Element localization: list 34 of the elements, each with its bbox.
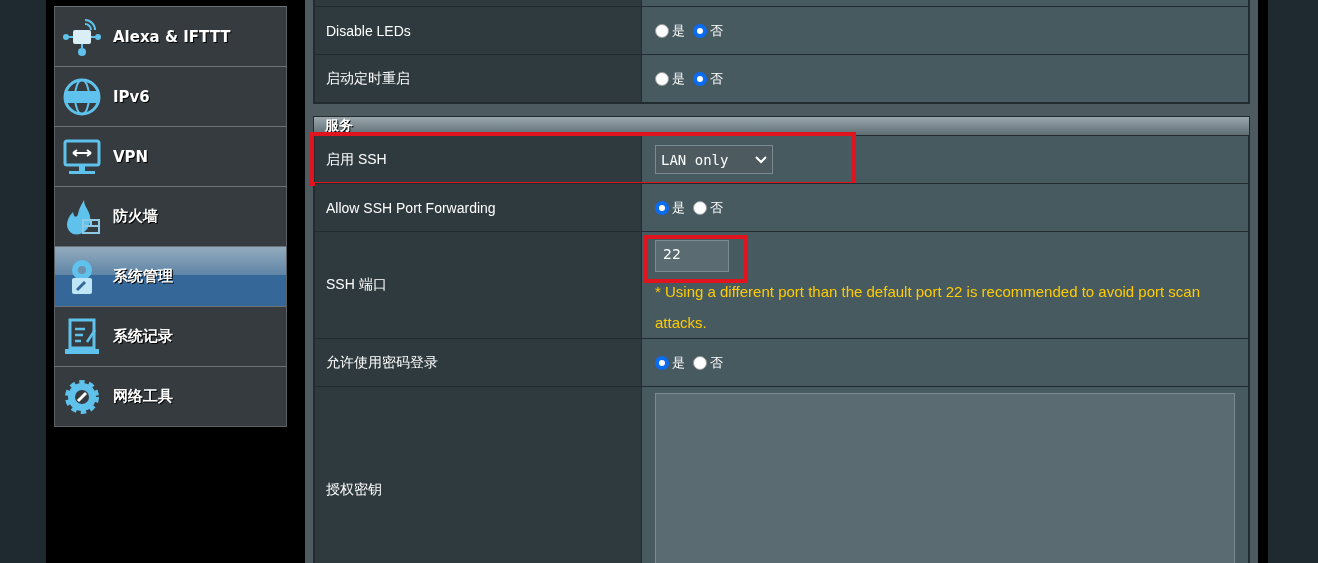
radio-option[interactable]: 否	[693, 198, 723, 217]
setting-label: 启用 SSH	[315, 136, 642, 183]
radio-option[interactable]: 是	[655, 69, 685, 88]
setting-label: 启动定时重启	[315, 55, 642, 102]
sidebar-item[interactable]: 系统记录	[55, 306, 286, 366]
radio-option[interactable]: 否	[693, 69, 723, 88]
radio-option[interactable]: 否	[693, 21, 723, 40]
sidebar-item-label: 系统管理	[113, 267, 173, 286]
sidebar-item-label: IPv6	[113, 87, 150, 106]
sidebar-item[interactable]: VPN	[55, 126, 286, 186]
sidebar-item-label: 防火墙	[113, 207, 158, 226]
port-hint-text: * Using a different port than the default port 22 is recommended to avoid port scan attacks.	[655, 282, 1202, 333]
setting-label: Allow SSH Port Forwarding	[315, 184, 642, 231]
setting-label: 授权密钥	[315, 387, 642, 563]
sidebar-item-label: 系统记录	[113, 327, 173, 346]
sidebar-item[interactable]: 防火墙	[55, 186, 286, 246]
sidebar-item[interactable]: Alexa & IFTTT	[55, 6, 286, 66]
sidebar-item-label: 网络工具	[113, 387, 173, 406]
sidebar-item[interactable]: IPv6	[55, 66, 286, 126]
setting-label: SSH 端口	[315, 232, 642, 338]
radio-option[interactable]: 是	[655, 353, 685, 372]
keys-text-area[interactable]	[655, 393, 1235, 563]
chevron-down-icon	[755, 155, 767, 164]
radio-option[interactable]: 是	[655, 21, 685, 40]
sidebar-item[interactable]: 系统管理	[55, 246, 286, 306]
sidebar-item-label: Alexa & IFTTT	[113, 27, 231, 46]
port-input-field[interactable]: 22	[655, 240, 729, 272]
ssh-mode-dropdown[interactable]: LAN only	[655, 145, 773, 174]
sidebar-item-label: VPN	[113, 147, 149, 166]
radio-option[interactable]: 是	[655, 198, 685, 217]
setting-label: 允许使用密码登录	[315, 339, 642, 386]
setting-label: Disable LEDs	[315, 7, 642, 54]
radio-option[interactable]: 否	[693, 353, 723, 372]
sidebar-item[interactable]: 网络工具	[55, 366, 286, 426]
